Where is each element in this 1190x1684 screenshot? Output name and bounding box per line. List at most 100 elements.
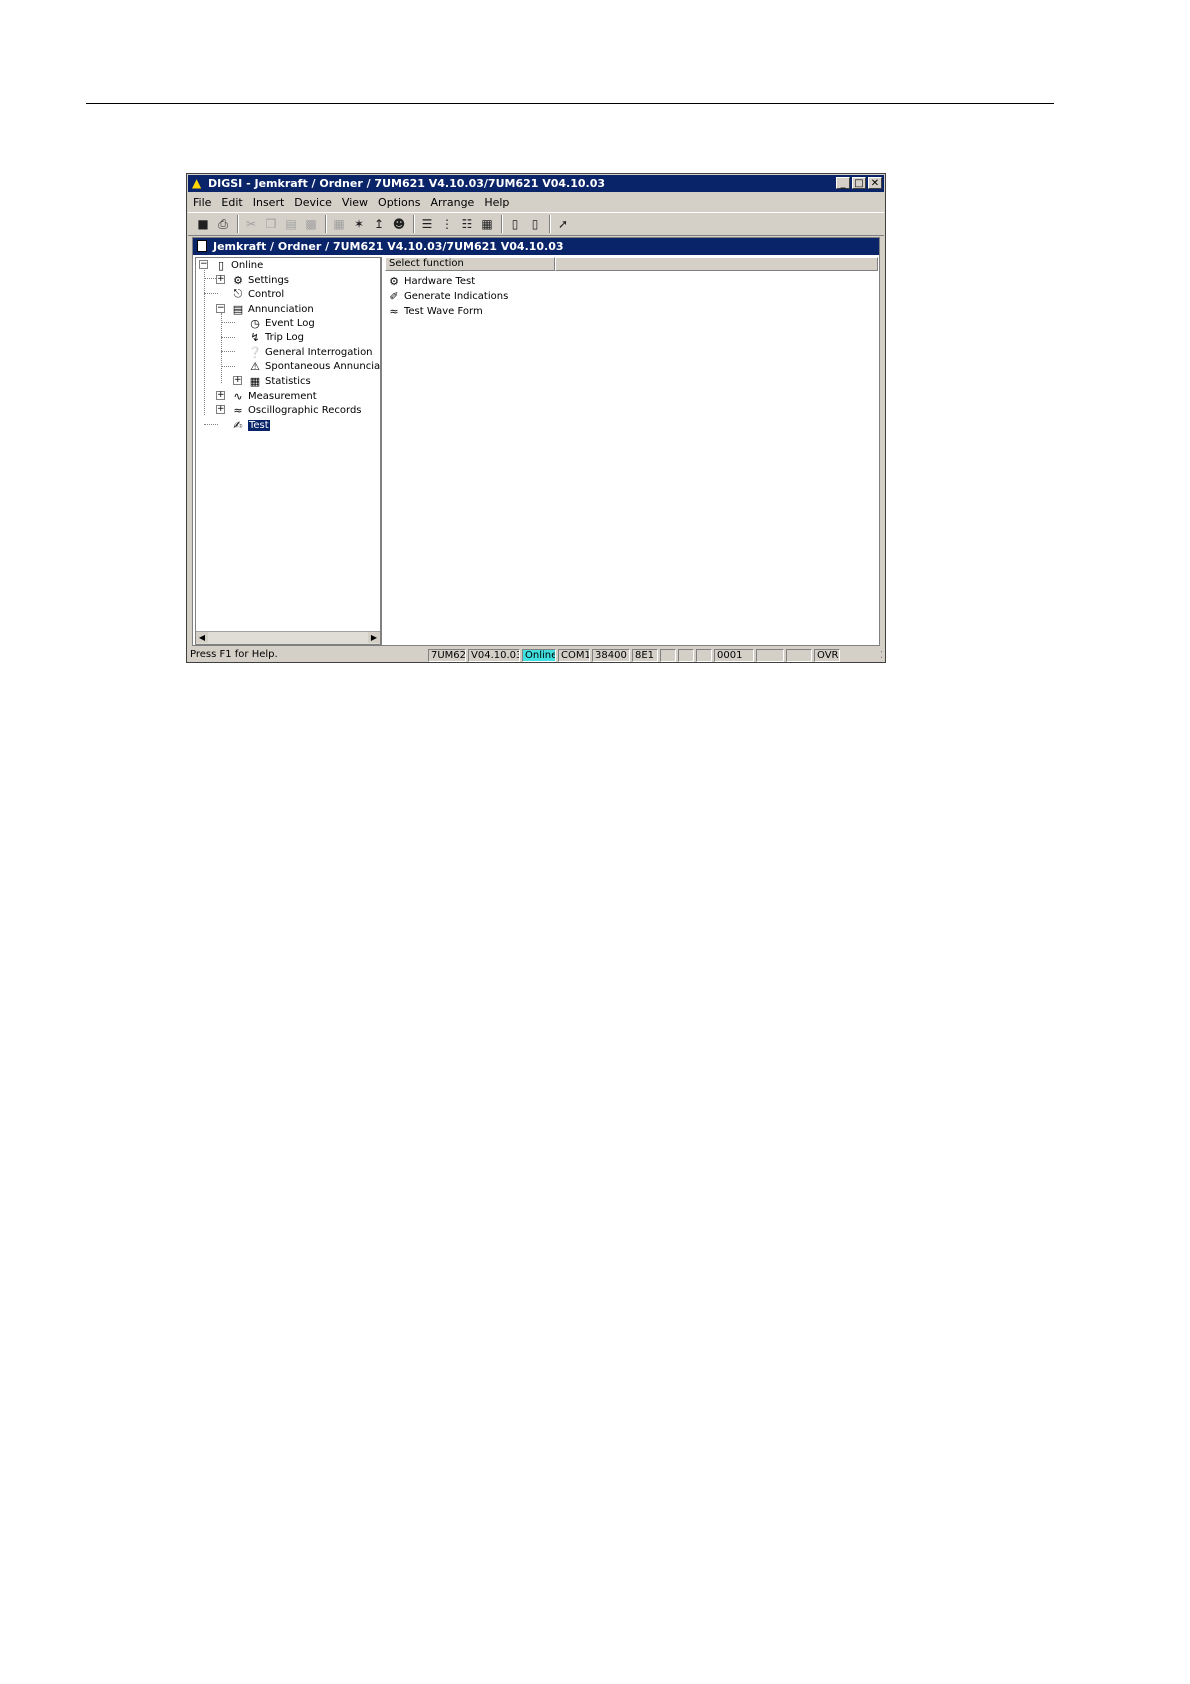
settings-icon: ⚙: [233, 273, 243, 287]
save-icon[interactable]: ■: [194, 215, 212, 233]
menu-help[interactable]: Help: [479, 196, 514, 209]
menu-insert[interactable]: Insert: [248, 196, 290, 209]
tree-line: [204, 293, 218, 294]
tree-item-test[interactable]: ✍ Test: [231, 418, 270, 432]
function-list: Select function ⚙ Hardware Test ✐ Genera…: [385, 257, 878, 644]
tree-item-measurement[interactable]: ∿ Measurement: [231, 389, 316, 403]
toolbar: ■ ⎙ ✂ ❐ ▤ ▩ ▦ ✶ ↥ ☻ ☰ ⋮ ☷ ▦ ▯ ▯ ➚: [188, 212, 884, 236]
status-baud: 38400: [592, 648, 630, 662]
toolbar-separator: [237, 215, 239, 233]
tree-item-spontaneous-annunciation[interactable]: ⚠ Spontaneous Annunciatio: [248, 359, 380, 373]
digsi-main-window: ▲ DIGSI - Jemkraft / Ordner / 7UM621 V4.…: [186, 173, 886, 663]
menu-bar: File Edit Insert Device View Options Arr…: [188, 193, 884, 211]
grid-icon[interactable]: ▦: [478, 215, 496, 233]
close-button[interactable]: ✕: [868, 177, 882, 189]
event-log-icon: ◷: [250, 316, 260, 330]
minimize-button[interactable]: _: [836, 177, 850, 189]
menu-view[interactable]: View: [337, 196, 373, 209]
status-bar: Press F1 for Help. 7UM621 V04.10.03 Onli…: [188, 648, 884, 662]
tree-item-general-interrogation[interactable]: ❔ General Interrogation: [248, 345, 372, 359]
status-port: COM1: [558, 648, 590, 662]
tree-line: [204, 424, 218, 425]
wand-icon[interactable]: ✶: [350, 215, 368, 233]
toolbar-separator: [413, 215, 415, 233]
person-icon[interactable]: ☻: [390, 215, 408, 233]
function-tree: − ▯ Online + ⚙ Settings ⎋ Control − ▤ An…: [195, 257, 382, 645]
maximize-button[interactable]: □: [852, 177, 866, 189]
scroll-left-icon[interactable]: ◀: [196, 632, 208, 643]
tree-line: [221, 366, 235, 367]
expand-statistics-toggle[interactable]: +: [233, 376, 242, 385]
measurement-icon: ∿: [233, 389, 243, 403]
device2-icon[interactable]: ▯: [526, 215, 544, 233]
waveform-icon: ≈: [233, 403, 243, 417]
status-version: V04.10.03: [468, 648, 520, 662]
list-header: Select function: [385, 257, 878, 271]
tree-item-control[interactable]: ⎋ Control: [231, 287, 285, 301]
tree-item-trip-log[interactable]: ↯ Trip Log: [248, 330, 304, 344]
annunciation-icon: ▤: [232, 302, 244, 316]
format-icon[interactable]: ▩: [302, 215, 320, 233]
status-empty-pane: [678, 648, 694, 662]
status-ovr: OVR: [814, 648, 840, 662]
expand-settings-toggle[interactable]: +: [216, 275, 225, 284]
device-icon[interactable]: ▯: [506, 215, 524, 233]
status-empty-pane: [696, 648, 712, 662]
tree-item-statistics[interactable]: ▦ Statistics: [248, 374, 311, 388]
tree-item-online[interactable]: ▯ Online: [214, 258, 263, 272]
menu-arrange[interactable]: Arrange: [425, 196, 479, 209]
list-item-hardware-test[interactable]: ⚙ Hardware Test: [387, 273, 475, 289]
expand-oscillographic-toggle[interactable]: +: [216, 405, 225, 414]
trip-log-icon: ↯: [250, 330, 260, 344]
tree-horizontal-scrollbar[interactable]: ◀ ▶: [196, 631, 380, 644]
copy-icon[interactable]: ❐: [262, 215, 280, 233]
tree-line: [204, 270, 205, 415]
expand-measurement-toggle[interactable]: +: [216, 391, 225, 400]
interrogation-icon: ❔: [248, 345, 262, 359]
tree-line: [221, 313, 222, 383]
tree-item-oscillographic-records[interactable]: ≈ Oscillographic Records: [231, 403, 361, 417]
test-icon: ✍: [233, 418, 243, 432]
list-item-test-wave-form[interactable]: ≈ Test Wave Form: [387, 303, 482, 319]
child-title-bar[interactable]: Jemkraft / Ordner / 7UM621 V4.10.03/7UM6…: [193, 238, 879, 255]
print-icon[interactable]: ⎙: [214, 215, 232, 233]
spontaneous-icon: ⚠: [250, 359, 260, 373]
tree-item-event-log[interactable]: ◷ Event Log: [248, 316, 315, 330]
collapse-annunciation-toggle[interactable]: −: [216, 304, 225, 313]
upload-icon[interactable]: ↥: [370, 215, 388, 233]
tree-line: [221, 337, 235, 338]
details-icon[interactable]: ☷: [458, 215, 476, 233]
menu-options[interactable]: Options: [373, 196, 425, 209]
help-pointer-icon[interactable]: ➚: [554, 215, 572, 233]
menu-file[interactable]: File: [188, 196, 216, 209]
column-header-empty[interactable]: [555, 257, 878, 271]
paste-icon[interactable]: ▤: [282, 215, 300, 233]
tree-item-settings[interactable]: ⚙ Settings: [231, 273, 289, 287]
status-frame: 8E1: [632, 648, 658, 662]
child-window-title: Jemkraft / Ordner / 7UM621 V4.10.03/7UM6…: [213, 240, 564, 253]
window-title: DIGSI - Jemkraft / Ordner / 7UM621 V4.10…: [208, 177, 606, 190]
device-icon: ▯: [217, 258, 225, 272]
toolbar-separator: [501, 215, 503, 233]
status-address: 0001: [714, 648, 754, 662]
status-empty-pane: [756, 648, 784, 662]
title-bar[interactable]: ▲ DIGSI - Jemkraft / Ordner / 7UM621 V4.…: [188, 175, 884, 192]
tree-item-annunciation[interactable]: ▤ Annunciation: [231, 302, 314, 316]
device-child-window: Jemkraft / Ordner / 7UM621 V4.10.03/7UM6…: [192, 237, 880, 646]
resize-grip-icon[interactable]: ⁚: [880, 650, 883, 661]
menu-edit[interactable]: Edit: [216, 196, 247, 209]
status-help-text: Press F1 for Help.: [190, 648, 278, 660]
digsi-app-icon: ▲: [192, 176, 202, 190]
wave-form-icon: ≈: [389, 304, 399, 318]
collapse-online-toggle[interactable]: −: [199, 260, 208, 269]
toolbar-separator: [325, 215, 327, 233]
cut-icon[interactable]: ✂: [242, 215, 260, 233]
menu-device[interactable]: Device: [289, 196, 337, 209]
generate-indications-icon: ✐: [389, 289, 399, 303]
list-icon[interactable]: ☰: [418, 215, 436, 233]
list-item-generate-indications[interactable]: ✐ Generate Indications: [387, 288, 508, 304]
scroll-right-icon[interactable]: ▶: [368, 632, 380, 643]
chart-icon[interactable]: ▦: [330, 215, 348, 233]
tree-icon[interactable]: ⋮: [438, 215, 456, 233]
column-header-select-function[interactable]: Select function: [385, 257, 555, 271]
